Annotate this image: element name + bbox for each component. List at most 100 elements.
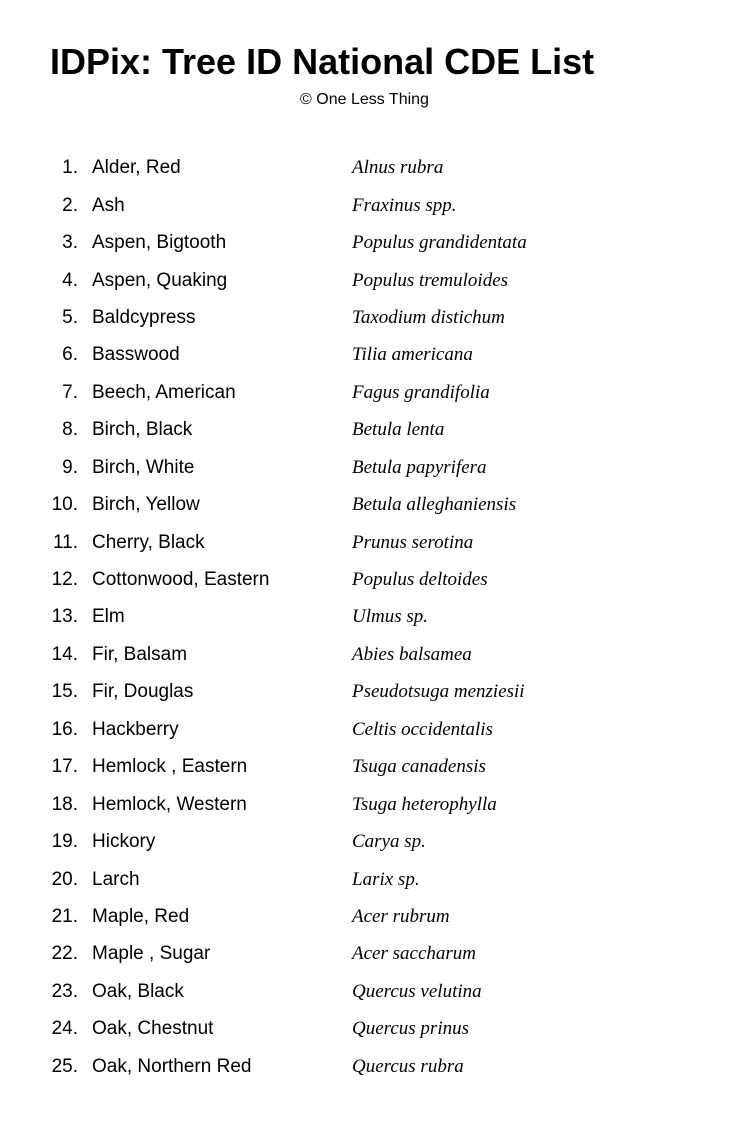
scientific-name: Tsuga heterophylla bbox=[332, 790, 497, 819]
common-name: Maple , Sugar bbox=[92, 939, 332, 968]
list-item: 1.Alder, RedAlnus rubra bbox=[50, 149, 679, 186]
common-name: Elm bbox=[92, 602, 332, 631]
common-name: Birch, Yellow bbox=[92, 490, 332, 519]
scientific-name: Quercus rubra bbox=[332, 1052, 464, 1081]
common-name: Maple, Red bbox=[92, 902, 332, 931]
list-item: 9.Birch, WhiteBetula papyrifera bbox=[50, 449, 679, 486]
scientific-name: Taxodium distichum bbox=[332, 303, 505, 332]
list-item: 2.AshFraxinus spp. bbox=[50, 187, 679, 224]
item-number: 21. bbox=[50, 902, 92, 931]
common-name: Hackberry bbox=[92, 715, 332, 744]
item-number: 4. bbox=[50, 266, 92, 295]
item-number: 19. bbox=[50, 827, 92, 856]
scientific-name: Betula lenta bbox=[332, 415, 444, 444]
scientific-name: Populus grandidentata bbox=[332, 228, 527, 257]
common-name: Basswood bbox=[92, 340, 332, 369]
list-item: 18.Hemlock, WesternTsuga heterophylla bbox=[50, 786, 679, 823]
item-number: 14. bbox=[50, 640, 92, 669]
common-name: Hickory bbox=[92, 827, 332, 856]
page-title: IDPix: Tree ID National CDE List bbox=[50, 40, 679, 83]
item-number: 17. bbox=[50, 752, 92, 781]
common-name: Cottonwood, Eastern bbox=[92, 565, 332, 594]
tree-list: 1.Alder, RedAlnus rubra2.AshFraxinus spp… bbox=[50, 149, 679, 1085]
list-item: 6.BasswoodTilia americana bbox=[50, 336, 679, 373]
common-name: Oak, Black bbox=[92, 977, 332, 1006]
list-item: 4.Aspen, QuakingPopulus tremuloides bbox=[50, 262, 679, 299]
common-name: Baldcypress bbox=[92, 303, 332, 332]
scientific-name: Fraxinus spp. bbox=[332, 191, 457, 220]
scientific-name: Tilia americana bbox=[332, 340, 473, 369]
list-item: 11.Cherry, BlackPrunus serotina bbox=[50, 524, 679, 561]
item-number: 8. bbox=[50, 415, 92, 444]
list-item: 12.Cottonwood, EasternPopulus deltoides bbox=[50, 561, 679, 598]
list-item: 14.Fir, BalsamAbies balsamea bbox=[50, 636, 679, 673]
item-number: 23. bbox=[50, 977, 92, 1006]
item-number: 25. bbox=[50, 1052, 92, 1081]
scientific-name: Populus deltoides bbox=[332, 565, 488, 594]
list-item: 22.Maple , SugarAcer saccharum bbox=[50, 935, 679, 972]
list-item: 5.BaldcypressTaxodium distichum bbox=[50, 299, 679, 336]
common-name: Hemlock, Western bbox=[92, 790, 332, 819]
common-name: Aspen, Bigtooth bbox=[92, 228, 332, 257]
common-name: Aspen, Quaking bbox=[92, 266, 332, 295]
common-name: Hemlock , Eastern bbox=[92, 752, 332, 781]
item-number: 1. bbox=[50, 153, 92, 182]
list-item: 3.Aspen, BigtoothPopulus grandidentata bbox=[50, 224, 679, 261]
scientific-name: Acer rubrum bbox=[332, 902, 450, 931]
common-name: Alder, Red bbox=[92, 153, 332, 182]
item-number: 2. bbox=[50, 191, 92, 220]
item-number: 11. bbox=[50, 528, 92, 557]
list-item: 20.LarchLarix sp. bbox=[50, 861, 679, 898]
list-item: 16.Hackberry Celtis occidentalis bbox=[50, 711, 679, 748]
list-item: 13.ElmUlmus sp. bbox=[50, 598, 679, 635]
list-item: 25.Oak, Northern RedQuercus rubra bbox=[50, 1048, 679, 1085]
item-number: 9. bbox=[50, 453, 92, 482]
scientific-name: Betula papyrifera bbox=[332, 453, 487, 482]
item-number: 3. bbox=[50, 228, 92, 257]
copyright-text: © One Less Thing bbox=[50, 91, 679, 109]
scientific-name: Pseudotsuga menziesii bbox=[332, 677, 525, 706]
common-name: Beech, American bbox=[92, 378, 332, 407]
common-name: Fir, Balsam bbox=[92, 640, 332, 669]
item-number: 13. bbox=[50, 602, 92, 631]
scientific-name: Acer saccharum bbox=[332, 939, 476, 968]
common-name: Cherry, Black bbox=[92, 528, 332, 557]
scientific-name: Alnus rubra bbox=[332, 153, 443, 182]
common-name: Ash bbox=[92, 191, 332, 220]
item-number: 10. bbox=[50, 490, 92, 519]
list-item: 8.Birch, BlackBetula lenta bbox=[50, 411, 679, 448]
scientific-name: Ulmus sp. bbox=[332, 602, 428, 631]
scientific-name: Fagus grandifolia bbox=[332, 378, 490, 407]
scientific-name: Larix sp. bbox=[332, 865, 420, 894]
item-number: 16. bbox=[50, 715, 92, 744]
list-item: 21.Maple, RedAcer rubrum bbox=[50, 898, 679, 935]
scientific-name: Carya sp. bbox=[332, 827, 426, 856]
item-number: 7. bbox=[50, 378, 92, 407]
item-number: 15. bbox=[50, 677, 92, 706]
scientific-name: Celtis occidentalis bbox=[332, 715, 493, 744]
scientific-name: Quercus prinus bbox=[332, 1014, 469, 1043]
common-name: Birch, White bbox=[92, 453, 332, 482]
scientific-name: Abies balsamea bbox=[332, 640, 472, 669]
common-name: Birch, Black bbox=[92, 415, 332, 444]
list-item: 23.Oak, BlackQuercus velutina bbox=[50, 973, 679, 1010]
item-number: 18. bbox=[50, 790, 92, 819]
list-item: 10.Birch, YellowBetula alleghaniensis bbox=[50, 486, 679, 523]
item-number: 12. bbox=[50, 565, 92, 594]
list-item: 15.Fir, DouglasPseudotsuga menziesii bbox=[50, 673, 679, 710]
list-item: 24.Oak, ChestnutQuercus prinus bbox=[50, 1010, 679, 1047]
scientific-name: Betula alleghaniensis bbox=[332, 490, 516, 519]
list-item: 7.Beech, AmericanFagus grandifolia bbox=[50, 374, 679, 411]
scientific-name: Populus tremuloides bbox=[332, 266, 508, 295]
item-number: 24. bbox=[50, 1014, 92, 1043]
scientific-name: Prunus serotina bbox=[332, 528, 473, 557]
list-item: 17.Hemlock , EasternTsuga canadensis bbox=[50, 748, 679, 785]
common-name: Oak, Chestnut bbox=[92, 1014, 332, 1043]
common-name: Oak, Northern Red bbox=[92, 1052, 332, 1081]
scientific-name: Tsuga canadensis bbox=[332, 752, 486, 781]
item-number: 5. bbox=[50, 303, 92, 332]
common-name: Larch bbox=[92, 865, 332, 894]
item-number: 6. bbox=[50, 340, 92, 369]
scientific-name: Quercus velutina bbox=[332, 977, 482, 1006]
common-name: Fir, Douglas bbox=[92, 677, 332, 706]
